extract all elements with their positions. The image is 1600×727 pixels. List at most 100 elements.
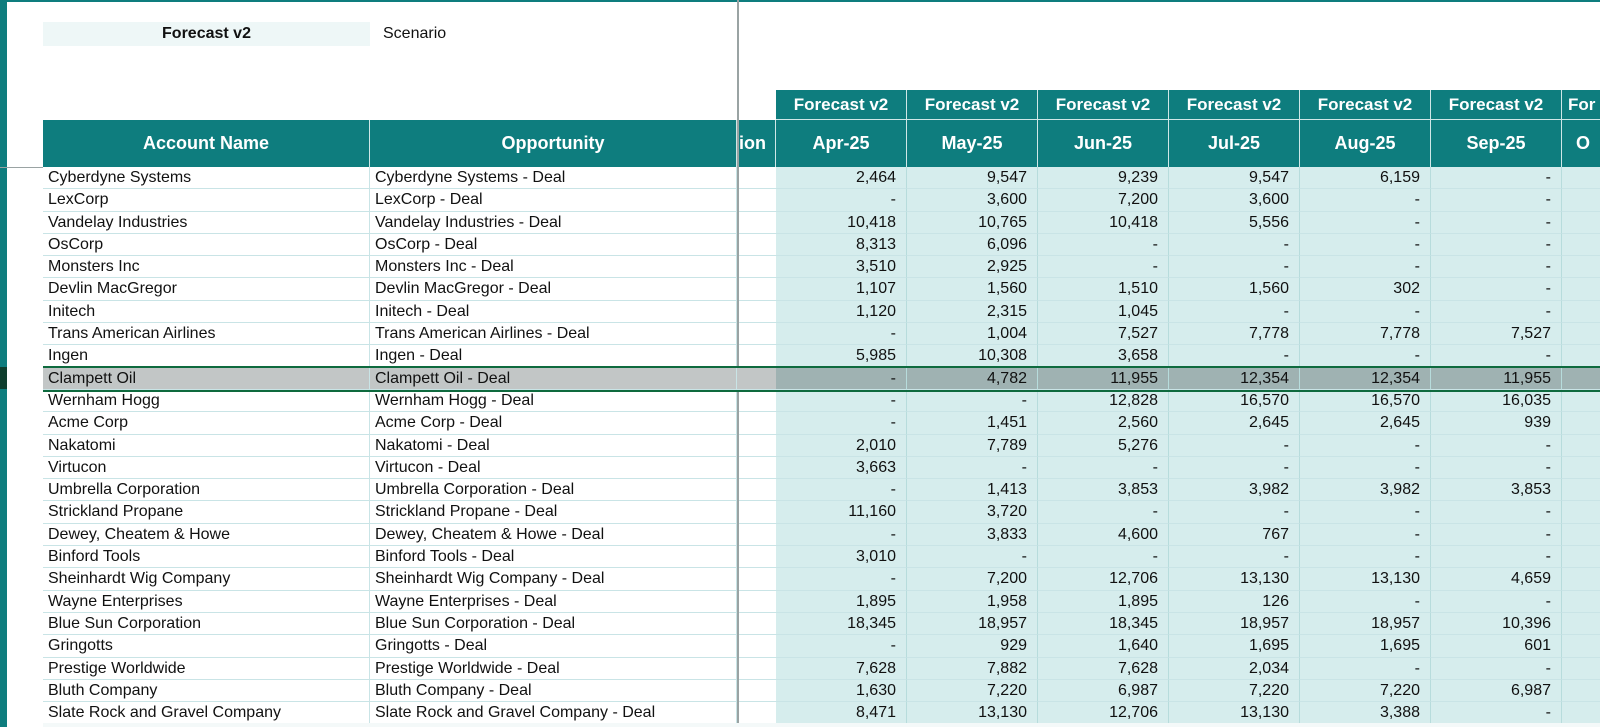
month-cell-partial[interactable] xyxy=(1562,323,1600,346)
month-cell-aug[interactable]: 3,388 xyxy=(1300,702,1431,725)
month-cell-aug[interactable]: 16,570 xyxy=(1300,389,1431,413)
month-cell-sep[interactable]: - xyxy=(1431,501,1562,524)
table-row[interactable]: Trans American Airlines Trans American Ai… xyxy=(43,323,1600,346)
month-cell-aug[interactable]: 12,354 xyxy=(1300,367,1431,390)
month-cell-may[interactable]: - xyxy=(907,456,1038,480)
opportunity-cell[interactable]: Wernham Hogg - Deal xyxy=(370,389,737,413)
month-cell-sep[interactable]: - xyxy=(1431,345,1562,368)
table-row[interactable]: Vandelay Industries Vandelay Industries -… xyxy=(43,211,1600,234)
opportunity-cell[interactable]: Ingen - Deal xyxy=(370,345,737,368)
month-cell-aug[interactable]: 7,220 xyxy=(1300,679,1431,703)
account-cell[interactable]: LexCorp xyxy=(43,189,370,212)
month-cell-jun[interactable]: 1,510 xyxy=(1038,278,1169,301)
month-cell-jul[interactable]: 3,982 xyxy=(1169,479,1300,502)
opportunity-cell[interactable]: Acme Corp - Deal xyxy=(370,412,737,435)
month-cell-apr[interactable]: 3,010 xyxy=(776,546,907,569)
month-cell-partial[interactable] xyxy=(1562,300,1600,324)
month-cell-may[interactable]: 9,547 xyxy=(907,167,1038,190)
month-cell-jun[interactable]: 6,987 xyxy=(1038,679,1169,703)
month-cell-jul[interactable]: 1,560 xyxy=(1169,278,1300,301)
account-cell[interactable]: Bluth Company xyxy=(43,679,370,703)
month-cell-apr[interactable]: 1,107 xyxy=(776,278,907,301)
month-cell-sep[interactable]: 601 xyxy=(1431,635,1562,658)
month-cell-jun[interactable]: 2,560 xyxy=(1038,412,1169,435)
month-cell-apr[interactable]: - xyxy=(776,189,907,212)
month-cell-apr[interactable]: - xyxy=(776,389,907,413)
month-cell-may[interactable]: 2,315 xyxy=(907,300,1038,324)
month-cell-aug[interactable]: - xyxy=(1300,189,1431,212)
month-cell-jun[interactable]: - xyxy=(1038,456,1169,480)
month-cell-partial[interactable] xyxy=(1562,612,1600,636)
table-row[interactable]: Slate Rock and Gravel Company Slate Rock … xyxy=(43,702,1600,725)
month-cell-jul[interactable]: 767 xyxy=(1169,523,1300,547)
account-cell[interactable]: Slate Rock and Gravel Company xyxy=(43,702,370,725)
month-cell-jul[interactable]: 13,130 xyxy=(1169,568,1300,591)
opportunity-cell[interactable]: Blue Sun Corporation - Deal xyxy=(370,612,737,636)
account-cell[interactable]: Clampett Oil xyxy=(43,367,370,390)
month-cell-sep[interactable]: - xyxy=(1431,256,1562,279)
opportunity-cell[interactable]: Devlin MacGregor - Deal xyxy=(370,278,737,301)
account-cell[interactable]: Sheinhardt Wig Company xyxy=(43,568,370,591)
month-cell-partial[interactable] xyxy=(1562,568,1600,591)
month-cell-apr[interactable]: 7,628 xyxy=(776,657,907,680)
opportunity-cell[interactable]: Trans American Airlines - Deal xyxy=(370,323,737,346)
month-cell-sep[interactable]: 939 xyxy=(1431,412,1562,435)
month-cell-jun[interactable]: 11,955 xyxy=(1038,367,1169,390)
month-cell-jul[interactable]: 1,695 xyxy=(1169,635,1300,658)
opportunity-cell[interactable]: Binford Tools - Deal xyxy=(370,546,737,569)
month-cell-may[interactable]: 1,451 xyxy=(907,412,1038,435)
month-cell-may[interactable]: 7,200 xyxy=(907,568,1038,591)
month-cell-sep[interactable]: - xyxy=(1431,702,1562,725)
month-cell-jun[interactable]: 4,600 xyxy=(1038,523,1169,547)
month-cell-jul[interactable]: 18,957 xyxy=(1169,612,1300,636)
table-row[interactable]: Devlin MacGregor Devlin MacGregor - Deal 1… xyxy=(43,278,1600,301)
scenario-header-partial[interactable]: For xyxy=(1562,90,1600,120)
account-cell[interactable]: Binford Tools xyxy=(43,546,370,569)
account-cell[interactable]: Devlin MacGregor xyxy=(43,278,370,301)
month-cell-jun[interactable]: - xyxy=(1038,256,1169,279)
month-cell-aug[interactable]: - xyxy=(1300,434,1431,457)
month-cell-sep[interactable]: - xyxy=(1431,278,1562,301)
opportunity-cell[interactable]: Slate Rock and Gravel Company - Deal xyxy=(370,702,737,725)
table-row[interactable]: Acme CorpAcme Corp - Deal120-1,4512,5602… xyxy=(43,412,1600,435)
month-cell-apr[interactable]: 10,418 xyxy=(776,211,907,234)
month-cell-aug[interactable]: - xyxy=(1300,211,1431,234)
table-row[interactable]: Clampett OilClampett Oil - Deal180-4,782… xyxy=(43,367,1600,390)
opportunity-cell[interactable]: Strickland Propane - Deal xyxy=(370,501,737,524)
month-cell-apr[interactable]: - xyxy=(776,323,907,346)
account-cell[interactable]: Ingen xyxy=(43,345,370,368)
month-cell-partial[interactable] xyxy=(1562,278,1600,301)
month-cell-aug[interactable]: - xyxy=(1300,345,1431,368)
month-cell-apr[interactable]: 8,313 xyxy=(776,233,907,257)
month-cell-jul[interactable]: - xyxy=(1169,345,1300,368)
table-row[interactable]: GringottsGringotts - Deal120-9291,6401,6… xyxy=(43,635,1600,658)
column-header-jul[interactable]: Jul-25 xyxy=(1169,120,1300,167)
month-cell-sep[interactable]: 3,853 xyxy=(1431,479,1562,502)
month-cell-sep[interactable]: 4,659 xyxy=(1431,568,1562,591)
column-header-account[interactable]: Account Name xyxy=(43,120,370,167)
month-cell-partial[interactable] xyxy=(1562,679,1600,703)
account-cell[interactable]: Monsters Inc xyxy=(43,256,370,279)
table-row[interactable]: Bluth CompanyBluth Company - Deal1801,63… xyxy=(43,679,1600,703)
month-cell-may[interactable]: 929 xyxy=(907,635,1038,658)
month-cell-partial[interactable] xyxy=(1562,367,1600,390)
month-cell-jul[interactable]: - xyxy=(1169,456,1300,480)
month-cell-jul[interactable]: 13,130 xyxy=(1169,702,1300,725)
month-cell-may[interactable]: - xyxy=(907,546,1038,569)
month-cell-jul[interactable]: - xyxy=(1169,501,1300,524)
month-cell-jul[interactable]: - xyxy=(1169,256,1300,279)
month-cell-aug[interactable]: 3,982 xyxy=(1300,479,1431,502)
month-cell-jul[interactable]: - xyxy=(1169,300,1300,324)
month-cell-partial[interactable] xyxy=(1562,635,1600,658)
table-row[interactable]: LexCorpLexCorp - Deal60-3,6007,2003,600-… xyxy=(43,189,1600,212)
month-cell-apr[interactable]: 1,120 xyxy=(776,300,907,324)
column-header-jun[interactable]: Jun-25 xyxy=(1038,120,1169,167)
month-cell-apr[interactable]: - xyxy=(776,479,907,502)
table-row[interactable]: IngenIngen - Deal605,98510,3083,658--- xyxy=(43,345,1600,368)
table-row[interactable]: Blue Sun Corporation Blue Sun Corporation… xyxy=(43,612,1600,636)
month-cell-jul[interactable]: 3,600 xyxy=(1169,189,1300,212)
month-cell-jun[interactable]: 3,853 xyxy=(1038,479,1169,502)
account-cell[interactable]: Acme Corp xyxy=(43,412,370,435)
month-cell-apr[interactable]: 11,160 xyxy=(776,501,907,524)
month-cell-apr[interactable]: - xyxy=(776,568,907,591)
